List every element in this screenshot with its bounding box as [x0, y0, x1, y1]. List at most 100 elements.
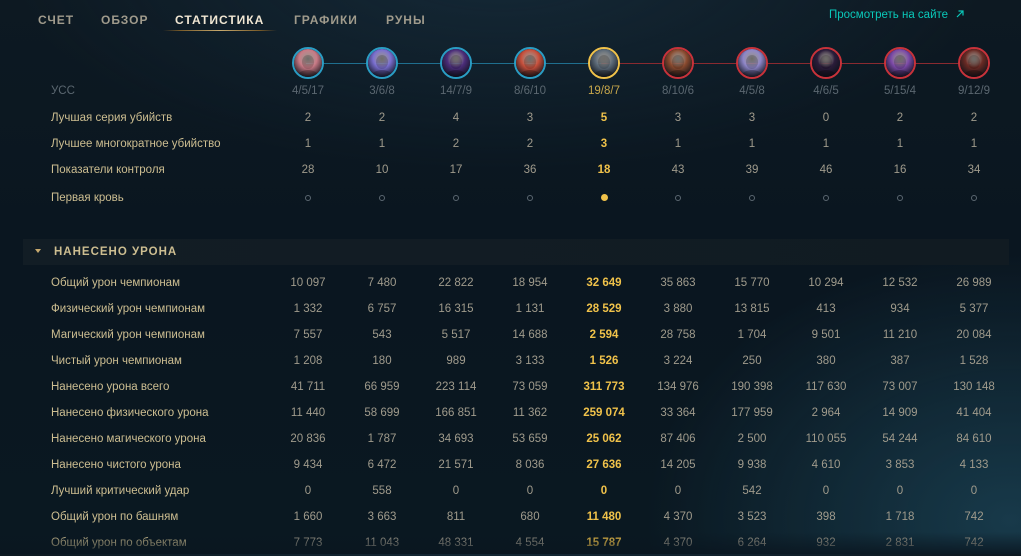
tab-stats[interactable]: СТАТИСТИКА — [175, 13, 264, 27]
first-blood-empty-icon — [749, 194, 755, 201]
view-on-site-link[interactable]: Просмотреть на сайте — [829, 8, 966, 21]
tab-graphs[interactable]: ГРАФИКИ — [294, 13, 358, 27]
stat-row-label: Лучшая серия убийств — [51, 112, 173, 124]
damage-row: Нанесено физического урона 11 440 58 699 16… — [0, 400, 1021, 426]
stat-cell: 4 610 — [811, 459, 841, 471]
stat-cell: 41 404 — [956, 407, 992, 419]
first-blood-marker — [273, 185, 343, 211]
stat-cell: 13 815 — [734, 303, 770, 315]
stat-cell: 3 663 — [367, 511, 397, 523]
stat-cell: 73 007 — [882, 381, 918, 393]
stat-cell: 84 610 — [956, 433, 992, 445]
champion-portrait-violet-figure — [886, 49, 914, 77]
stat-cell: 41 711 — [290, 381, 326, 393]
stat-cell: 10 — [375, 164, 389, 176]
stat-cell: 27 636 — [586, 459, 622, 471]
champion-portrait-2[interactable] — [366, 47, 398, 79]
stat-cell: 9 501 — [811, 329, 841, 341]
champion-portrait-red-demon — [960, 49, 988, 77]
stat-cell: 2 — [378, 112, 386, 124]
stat-cell: 1 528 — [959, 355, 989, 367]
stat-cell: 3 — [600, 138, 608, 150]
stat-cell: 398 — [816, 511, 836, 523]
damage-row: Общий урон по башням 1 660 3 663 811 680 11 4… — [0, 504, 1021, 530]
damage-row-label: Общий урон по башням — [51, 511, 179, 523]
first-blood-marker — [495, 185, 565, 211]
damage-row: Общий урон по объектам 7 773 11 043 48 331 4… — [0, 530, 1021, 556]
stat-cell: 34 693 — [438, 433, 474, 445]
stat-cell: 33 364 — [660, 407, 696, 419]
stat-cell: 3 — [748, 112, 756, 124]
stat-cell: 0 — [674, 485, 682, 497]
champion-portrait-9[interactable] — [884, 47, 916, 79]
champion-portrait-6[interactable] — [662, 47, 694, 79]
stat-cell: 311 773 — [583, 381, 625, 393]
damage-row-label: Нанесено физического урона — [51, 407, 209, 419]
external-arrow-icon — [956, 10, 964, 18]
champion-portrait-3[interactable] — [440, 47, 472, 79]
stat-cell: 2 — [970, 112, 978, 124]
first-blood-empty-icon — [379, 194, 385, 201]
stat-cell: 130 148 — [953, 381, 995, 393]
stat-cell: 66 959 — [364, 381, 400, 393]
caret-down-icon — [35, 249, 41, 253]
stat-cell: 3 — [674, 112, 682, 124]
stat-cell: 742 — [964, 537, 984, 549]
stat-cell: 3 523 — [737, 511, 767, 523]
stat-cell: 11 480 — [586, 511, 622, 523]
stat-cell: 177 959 — [731, 407, 773, 419]
tab-scoreboard[interactable]: СЧЕТ — [38, 13, 74, 27]
stat-cell: 4 370 — [663, 537, 693, 549]
first-blood-empty-icon — [453, 194, 459, 201]
stat-cell: 1 526 — [589, 355, 619, 367]
champion-portrait-8[interactable] — [810, 47, 842, 79]
first-blood-filled-icon — [600, 194, 608, 202]
first-blood-marker — [939, 185, 1009, 211]
stat-cell: 5 517 — [441, 329, 471, 341]
champion-portrait-5[interactable] — [588, 47, 620, 79]
stat-cell: 9 938 — [737, 459, 767, 471]
champion-portrait-1[interactable] — [292, 47, 324, 79]
stat-cell: 7 557 — [293, 329, 323, 341]
stat-cell: 4 370 — [663, 511, 693, 523]
stat-cell: 1 — [822, 138, 830, 150]
champion-portrait-4[interactable] — [514, 47, 546, 79]
stat-cell: 3/6/8 — [369, 85, 395, 97]
stat-cell: 10 097 — [290, 277, 326, 289]
stat-cell: 21 571 — [438, 459, 474, 471]
stat-cell: 46 — [819, 164, 833, 176]
first-blood-marker — [569, 185, 639, 211]
champion-portrait-7[interactable] — [736, 47, 768, 79]
champion-portrait-10[interactable] — [958, 47, 990, 79]
champion-portrait-dark-creature — [812, 49, 840, 77]
view-on-site-label: Просмотреть на сайте — [829, 9, 949, 21]
stat-cell: 2 — [526, 138, 534, 150]
damage-row-label: Нанесено чистого урона — [51, 459, 181, 471]
stat-row: УСС 4/5/17 3/6/8 14/7/9 8/6/10 19/8/7 8/10/6 4/… — [0, 78, 1021, 104]
stat-cell: 3 880 — [663, 303, 693, 315]
champion-portrait-white-mage — [738, 49, 766, 77]
stat-cell: 117 630 — [805, 381, 847, 393]
stat-cell: 34 — [967, 164, 981, 176]
stat-cell: 14/7/9 — [440, 85, 472, 97]
tab-runes[interactable]: РУНЫ — [386, 13, 426, 27]
stat-cell: 54 244 — [882, 433, 918, 445]
stat-cell: 28 — [301, 164, 315, 176]
stat-row: Лучшая серия убийств 2 2 4 3 5 3 3 0 2 2 — [0, 105, 1021, 131]
stat-cell: 8/10/6 — [662, 85, 694, 97]
stat-cell: 387 — [890, 355, 910, 367]
tab-overview[interactable]: ОБЗОР — [101, 13, 149, 27]
stat-row-label: УСС — [51, 85, 75, 97]
stat-cell: 4 554 — [515, 537, 545, 549]
first-blood-empty-icon — [675, 194, 681, 201]
stat-cell: 32 649 — [586, 277, 622, 289]
stat-row-label: Показатели контроля — [51, 164, 165, 176]
damage-section-header[interactable]: НАНЕСЕНО УРОНА — [23, 239, 1009, 265]
first-blood-empty-icon — [897, 194, 903, 201]
damage-row-label: Физический урон чемпионам — [51, 303, 206, 315]
stat-cell: 259 074 — [583, 407, 625, 419]
damage-row: Чистый урон чемпионам 1 208 180 989 3 133 1 5… — [0, 348, 1021, 374]
stat-cell: 0 — [304, 485, 312, 497]
stat-cell: 680 — [520, 511, 540, 523]
stat-cell: 22 822 — [438, 277, 474, 289]
